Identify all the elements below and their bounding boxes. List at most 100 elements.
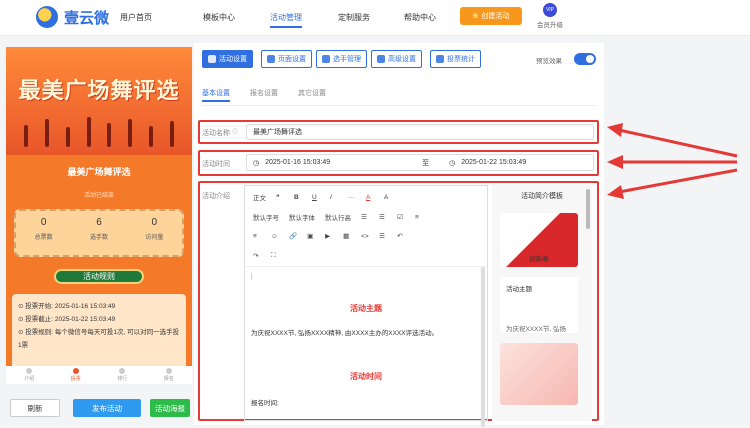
tab-basic-settings[interactable]: 基本设置 [202,88,230,102]
logo-icon [36,6,58,28]
preview-toggle[interactable] [574,53,596,65]
nav-item-home[interactable]: 用户首页 [120,12,152,23]
vote-icon [72,368,79,374]
banner-title: 最美广场舞评选 [18,78,180,103]
create-activity-label: 创建活动 [481,13,510,20]
template-card[interactable]: 迎新春 [500,213,578,267]
font-color-icon[interactable]: A [366,194,374,201]
fullscreen-icon[interactable]: ⛶ [271,252,279,260]
trophy-icon [119,368,126,374]
preview-stats: 0 总票数 6 选手数 0 访问量 [14,209,184,257]
advanced-settings-button[interactable]: 高级设置 [371,50,422,68]
indent-icon[interactable]: ≡ [253,233,261,240]
rule-item: ⊙ 投票规则: 每个微信号每天可投1次, 可以对同一选手投1票 [18,329,180,349]
template-panel-title: 活动简介模板 [521,193,563,200]
tab-intro[interactable]: 介绍 [24,368,34,382]
bold-icon[interactable]: B [294,194,302,201]
rule-item: ⊙ 投票开始: 2025-01-16 15:03:49 [18,303,116,310]
stat-label: 总票数 [34,235,53,241]
activity-name-input[interactable]: 最美广场舞评选 [246,124,594,140]
name-label: 活动名称 [202,130,230,137]
bullet-list-icon[interactable]: ☰ [361,213,369,221]
activity-settings-button[interactable]: 活动设置 [202,50,253,68]
more-icon[interactable]: ··· [348,194,356,201]
stat-total-votes: 0 总票数 [35,217,53,255]
stat-contestants: 6 选手数 [90,217,108,255]
tab-vote[interactable]: 投票 [71,368,81,382]
template-card-text: 为庆祝XXXX节, 弘扬 [506,326,566,333]
line-height-select[interactable]: 默认行高 [325,212,351,222]
tab-signup-settings[interactable]: 报名设置 [250,88,278,98]
rich-text-editor[interactable]: 正文 ❝ B U I ··· A A 默认字号 默认字体 默认行高 ☰ ☰ ☑ … [244,185,488,427]
publish-button[interactable]: 发布活动 [73,399,141,417]
divider-icon[interactable]: ☰ [379,232,387,240]
tab-other-settings[interactable]: 其它设置 [298,88,326,98]
stat-label: 选手数 [89,235,108,241]
template-card-label: 迎新春 [529,256,549,263]
editor-toolbar-row: ≡ ☺ 🔗 ▣ ▶ ▦ <> ☰ ↶ [253,232,405,241]
todo-icon[interactable]: ☑ [397,213,405,221]
clock-icon: ◷ [449,159,456,167]
paragraph-select[interactable]: 正文 [253,192,266,202]
preview-tabbar: 介绍 投票 排行 报名 [6,366,192,384]
font-size-select[interactable]: 默认字号 [253,212,279,222]
nav-item-help[interactable]: 帮助中心 [404,12,436,23]
image-icon[interactable]: ▣ [307,232,315,240]
time-separator: 至 [422,159,430,167]
text-cursor: | [251,273,253,280]
code-icon[interactable]: <> [361,233,369,240]
align-icon[interactable]: ≡ [415,214,423,221]
divider [202,105,596,106]
start-time[interactable]: 2025-01-16 15:03:49 [265,159,330,166]
tab-rank[interactable]: 排行 [117,368,127,382]
intro-label: 活动介绍 [202,193,230,200]
video-icon[interactable]: ▶ [325,232,333,240]
editor-content[interactable]: | 活动主题 为庆祝XXXX节, 弘扬XXXX精神, 由XXXX主办的XXXX评… [245,266,487,427]
rules-button[interactable]: 活动规则 [54,269,144,284]
font-family-select[interactable]: 默认字体 [289,212,315,222]
home-icon [26,368,33,374]
annotation-arrows [607,123,738,199]
redo-icon[interactable]: ↷ [253,252,261,260]
numbered-list-icon[interactable]: ☰ [379,213,387,221]
template-card[interactable]: 活动主题 为庆祝XXXX节, 弘扬 [500,277,578,333]
nav-item-activities[interactable]: 活动管理 [270,12,302,28]
logo[interactable]: 壹云微 [36,6,109,28]
nav-item-templates[interactable]: 模板中心 [203,12,235,23]
contestant-management-button[interactable]: 选手管理 [316,50,367,68]
quote-icon[interactable]: ❝ [276,193,284,201]
template-scrollbar[interactable] [586,189,590,229]
table-icon[interactable]: ▦ [343,232,351,240]
plus-icon: ⊕ [472,13,479,20]
nav-item-custom[interactable]: 定制服务 [338,12,370,23]
editor-toolbar-row: ↷ ⛶ [253,252,279,260]
template-card[interactable] [500,343,578,405]
preview-banner: 最美广场舞评选 [6,47,192,155]
page-settings-button[interactable]: 页面设置 [261,50,312,68]
sliders-icon [377,55,385,63]
underline-icon[interactable]: U [312,194,320,201]
tab-signup[interactable]: 报名 [164,368,174,382]
time-range-picker[interactable]: ◷ 2025-01-16 15:03:49 至 ◷ 2025-01-22 15:… [246,154,594,171]
editor-scrollbar[interactable] [481,267,485,427]
stat-value: 0 [151,217,158,228]
poster-button[interactable]: 活动海报 [150,399,190,417]
settings-icon [267,55,275,63]
link-icon[interactable]: 🔗 [289,232,297,240]
stat-value: 0 [40,217,47,228]
editor-toolbar-row: 正文 ❝ B U I ··· A A [253,192,392,203]
signup-icon [165,368,172,374]
refresh-button[interactable]: 刷新 [10,399,60,417]
bg-color-icon[interactable]: A [384,194,392,201]
italic-icon[interactable]: I [330,194,338,201]
undo-icon[interactable]: ↶ [397,232,405,240]
emoji-icon[interactable]: ☺ [271,233,279,240]
end-time[interactable]: 2025-01-22 15:03:49 [461,159,526,166]
chart-icon [436,55,444,63]
vote-stats-button[interactable]: 投票统计 [430,50,481,68]
editor-toolbar-row: 默认字号 默认字体 默认行高 ☰ ☰ ☑ ≡ [253,212,423,223]
content-paragraph: 为庆祝XXXX节, 弘扬XXXX精神, 由XXXX主办的XXXX评选活动。 [251,330,439,337]
content-heading: 活动时间 [350,372,382,381]
vip-upgrade[interactable]: VIP 会员升级 [535,3,565,29]
create-activity-button[interactable]: ⊕ 创建活动 [460,7,522,25]
